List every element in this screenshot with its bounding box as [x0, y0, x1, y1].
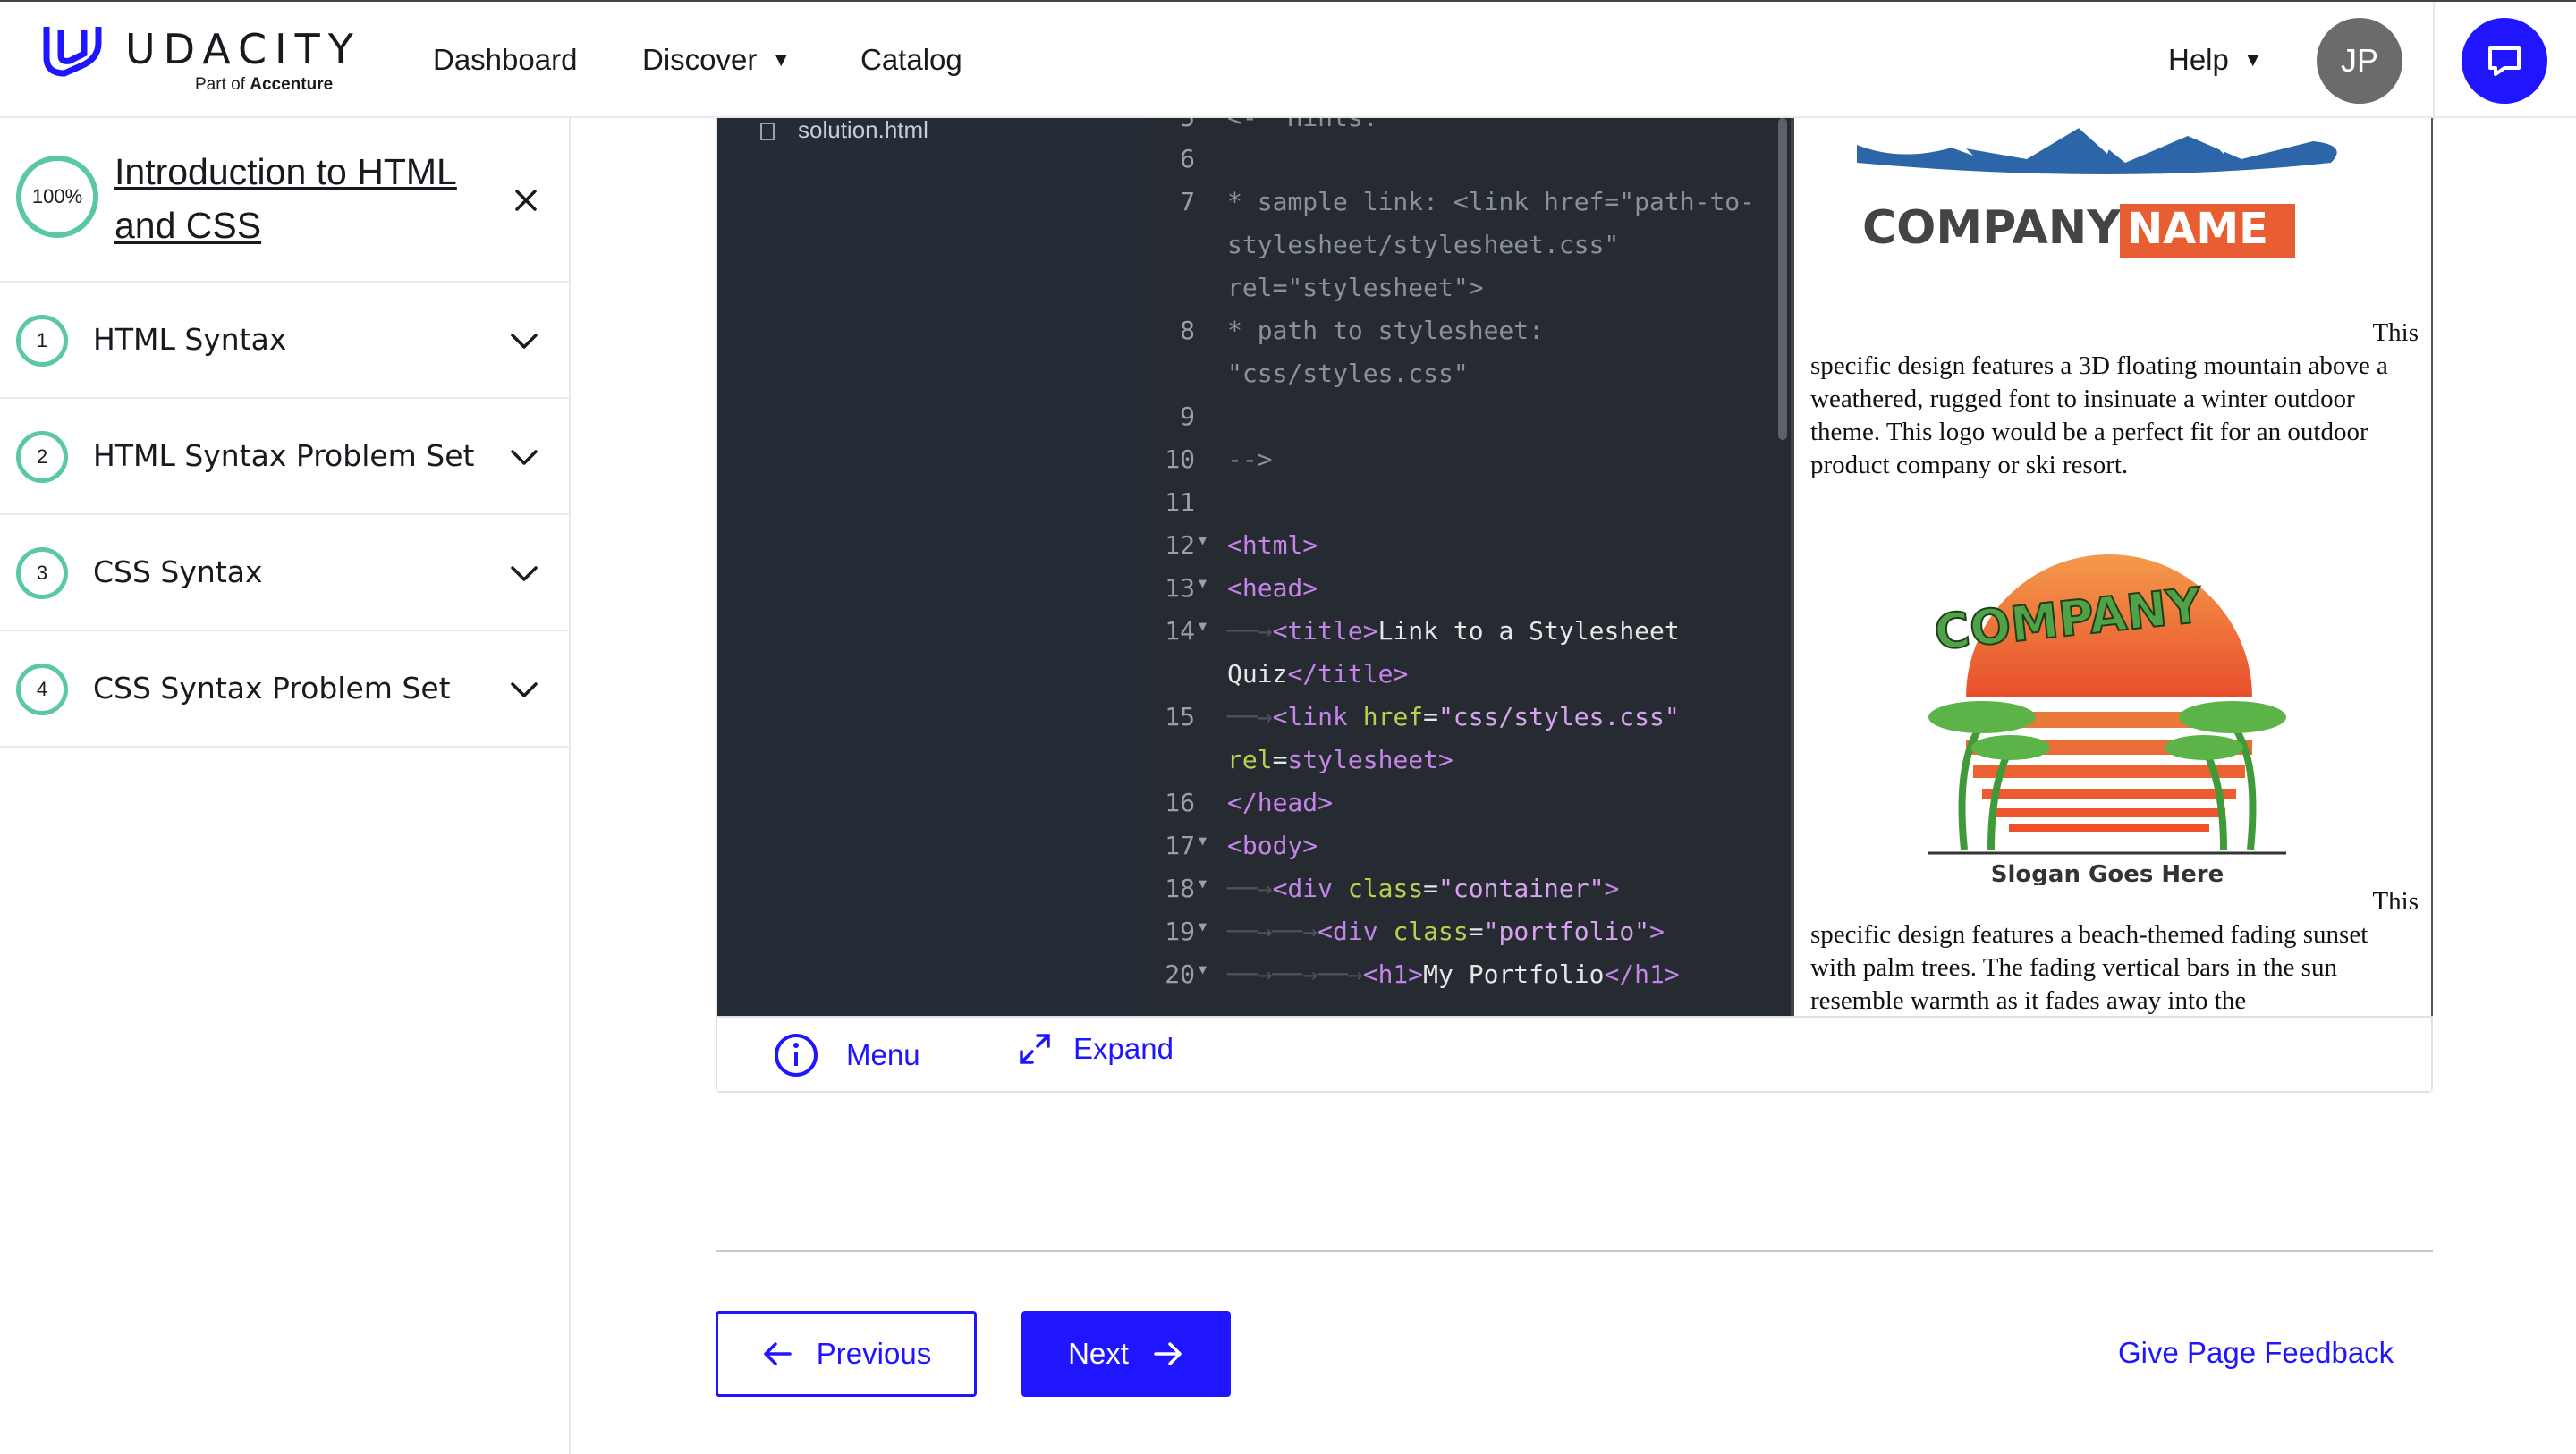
next-button[interactable]: Next [1021, 1311, 1231, 1397]
lesson-number: 4 [16, 664, 68, 715]
lesson-item[interactable]: 4 CSS Syntax Problem Set [0, 631, 569, 748]
arrow-right-icon [1154, 1342, 1182, 1365]
chevron-down-icon[interactable] [508, 444, 540, 470]
code-line: 12 ▼ <html> [1165, 530, 1318, 560]
preview-para2: specific design features a beach-themed … [1810, 920, 2368, 1015]
menu-button[interactable]: Menu [773, 1032, 920, 1078]
code-line: 16 </head> [1165, 788, 1334, 817]
progress-percent: 100% [31, 185, 83, 207]
expand-icon [1020, 1034, 1050, 1064]
code-line: 5<- Hints: [1145, 118, 1780, 139]
company-logo-mountain: COMPANY NAME [1857, 118, 2337, 258]
info-icon [775, 1034, 818, 1077]
udacity-logo-icon[interactable] [41, 21, 104, 79]
lesson-label: CSS Syntax [93, 554, 263, 589]
code-line: 6 [1180, 144, 1195, 173]
code-workspace: solution.html 5<- Hints: 6 7* sample lin… [716, 116, 2433, 1093]
chat-button[interactable] [2462, 18, 2547, 104]
code-line-wrap: rel=stylesheet> [1227, 745, 1453, 774]
code-line-wrap: Quiz</title> [1227, 659, 1409, 689]
logo-subtitle: Part of Accenture [195, 75, 333, 95]
code-line: 13 ▼ <head> [1165, 573, 1318, 603]
code-line: 7 * sample link: <link href="path-to- [1180, 187, 1756, 216]
file-name: solution.html [798, 116, 928, 143]
nav-catalog[interactable]: Catalog [860, 43, 962, 77]
caret-down-icon: ▼ [2242, 48, 2263, 71]
code-line: 9 [1180, 402, 1195, 431]
previous-label: Previous [816, 1337, 932, 1370]
close-icon[interactable] [510, 184, 542, 216]
logo-sub-brand: Accenture [250, 75, 334, 94]
arrow-left-icon [764, 1342, 792, 1365]
logo2-slogan: Slogan Goes Here [1991, 861, 2224, 885]
nav-help-label: Help [2168, 43, 2229, 76]
code-line: 14 ▼ ──→<title>Link to a Stylesheet [1165, 616, 1680, 646]
top-header: UDACITY Part of Accenture Dashboard Disc… [0, 0, 2576, 120]
logo1-word2: NAME [2127, 204, 2268, 254]
code-line: 8 * path to stylesheet: [1180, 316, 1545, 345]
nav-dashboard[interactable]: Dashboard [433, 43, 577, 77]
nav-help[interactable]: Help ▼ [2168, 43, 2263, 77]
preview-para2-lead: This [2372, 887, 2419, 916]
html-preview-pane: COMPANY NAME This specific design featur… [1791, 118, 2433, 1016]
preview-para1-lead: This [2372, 318, 2419, 347]
caret-down-icon: ▼ [771, 48, 792, 71]
logo-sub-prefix: Part of [195, 75, 250, 94]
next-label: Next [1068, 1337, 1129, 1370]
editor-scrollbar[interactable] [1778, 118, 1787, 440]
code-line: 17 ▼ <body> [1165, 831, 1318, 860]
code-line: 18 ▼ ──→<div class="container"> [1165, 874, 1620, 903]
workspace-footer: Menu Expand [717, 1016, 2431, 1091]
user-avatar[interactable]: JP [2317, 18, 2402, 104]
lesson-number: 1 [16, 315, 68, 367]
chevron-down-icon[interactable] [508, 560, 540, 587]
expand-label: Expand [1073, 1032, 1174, 1065]
chevron-down-icon[interactable] [508, 327, 540, 354]
code-line: 10 --> [1165, 444, 1273, 474]
logo1-word1: COMPANY [1862, 201, 2122, 255]
previous-button[interactable]: Previous [716, 1311, 977, 1397]
course-title-link[interactable]: Introduction to HTML and CSS [114, 145, 508, 252]
logo-wordmark[interactable]: UDACITY [125, 25, 361, 73]
lesson-number: 3 [16, 547, 68, 599]
code-line: 19 ▼ ──→──→<div class="portfolio"> [1165, 917, 1665, 946]
file-tree: solution.html [717, 116, 1145, 1016]
code-editor[interactable]: 5<- Hints: 6 7* sample link: <link href=… [1145, 118, 1791, 1016]
header-divider [2433, 2, 2435, 120]
preview-para1: specific design features a 3D floating m… [1810, 351, 2388, 479]
company-logo-sunset: COMPANY Slogan Goes Here [1928, 554, 2286, 885]
code-line: 20 ▼ ──→──→──→<h1>My Portfolio</h1> [1165, 959, 1680, 989]
file-icon [760, 123, 775, 140]
code-line-wrap: rel="stylesheet"> [1227, 273, 1484, 302]
expand-button[interactable]: Expand [1018, 1032, 1174, 1066]
code-line: 11 [1165, 487, 1195, 517]
chat-icon [2488, 46, 2521, 76]
code-line-wrap: stylesheet/stylesheet.css" [1227, 230, 1620, 259]
code-line: 15 ──→<link href="css/styles.css" [1165, 702, 1680, 731]
file-tree-item[interactable]: solution.html [760, 116, 928, 144]
code-line-wrap: "css/styles.css" [1227, 359, 1469, 388]
nav-discover-label: Discover [642, 43, 758, 76]
lesson-label: HTML Syntax [93, 322, 287, 357]
lesson-label: HTML Syntax Problem Set [93, 438, 475, 473]
lesson-item[interactable]: 2 HTML Syntax Problem Set [0, 399, 569, 515]
chevron-down-icon[interactable] [508, 676, 540, 703]
lesson-item[interactable]: 3 CSS Syntax [0, 515, 569, 631]
lesson-number: 2 [16, 431, 68, 483]
nav-discover[interactable]: Discover ▼ [642, 43, 791, 77]
lesson-item[interactable]: 1 HTML Syntax [0, 283, 569, 399]
content-divider [716, 1250, 2433, 1252]
lesson-label: CSS Syntax Problem Set [93, 671, 451, 706]
give-page-feedback-link[interactable]: Give Page Feedback [2118, 1336, 2394, 1370]
course-header: 100% Introduction to HTML and CSS [0, 118, 569, 283]
menu-label: Menu [846, 1038, 920, 1071]
course-sidebar: 100% Introduction to HTML and CSS 1 HTML… [0, 118, 571, 1454]
